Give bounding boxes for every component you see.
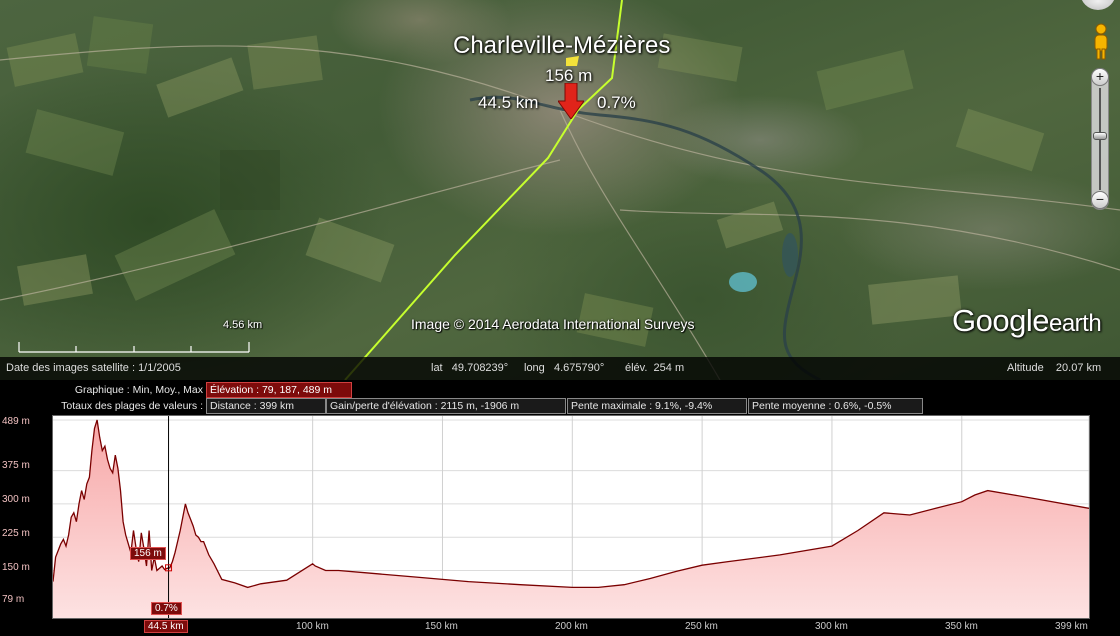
y-tick: 79 m: [2, 594, 25, 605]
totals-info-row: Totaux des plages de valeurs : Distance …: [0, 398, 1120, 414]
cursor-elevation-flag: 156 m: [130, 547, 166, 560]
total-distance[interactable]: Distance : 399 km: [206, 398, 326, 414]
y-tick: 225 m: [2, 528, 30, 539]
graph-value[interactable]: Élévation : 79, 187, 489 m: [206, 382, 352, 398]
logo-brand: Google: [952, 303, 1049, 338]
probe-distance: 44.5 km: [478, 93, 539, 112]
y-tick: 375 m: [2, 460, 30, 471]
x-tick: 250 km: [685, 621, 718, 632]
elevation-area: [53, 420, 1089, 618]
status-long: long 4.675790°: [524, 362, 605, 374]
satellite-map[interactable]: Charleville-Mézières 156 m 44.5 km 0.7% …: [0, 0, 1120, 380]
cursor-slope-flag: 0.7%: [151, 602, 182, 615]
status-altitude: Altitude 20.07 km: [1007, 362, 1102, 374]
position-arrow-icon: [558, 83, 584, 119]
x-tick: 100 km: [296, 621, 329, 632]
y-tick: 489 m: [2, 416, 30, 427]
graph-info-row: Graphique : Min, Moy., Max Élévation : 7…: [0, 382, 1120, 398]
x-tick: 150 km: [425, 621, 458, 632]
zoom-slider-thumb[interactable]: [1093, 132, 1107, 140]
x-tick: 399 km: [1055, 621, 1088, 632]
total-gain-loss[interactable]: Gain/perte d'élévation : 2115 m, -1906 m: [326, 398, 566, 414]
totals-label: Totaux des plages de valeurs :: [61, 400, 203, 412]
total-avg-slope[interactable]: Pente moyenne : 0.6%, -0.5%: [748, 398, 923, 414]
graph-label: Graphique : Min, Moy., Max: [74, 384, 203, 396]
elevation-chart-svg: [53, 416, 1089, 618]
x-tick: 200 km: [555, 621, 588, 632]
cursor-distance-label: 44.5 km: [144, 620, 188, 633]
status-lat: lat 49.708239°: [431, 362, 509, 374]
city-label: Charleville-Mézières: [453, 32, 671, 59]
total-max-slope[interactable]: Pente maximale : 9.1%, -9.4%: [567, 398, 747, 414]
imagery-attribution: Image © 2014 Aerodata International Surv…: [411, 316, 695, 332]
status-bar: Date des images satellite : 1/1/2005 lat…: [0, 357, 1120, 380]
zoom-out-icon[interactable]: −: [1091, 191, 1109, 209]
imagery-date: Date des images satellite : 1/1/2005: [6, 362, 181, 374]
y-tick: 300 m: [2, 494, 30, 505]
logo-product: earth: [1048, 310, 1102, 337]
google-earth-logo: Googleearth: [952, 303, 1102, 339]
x-tick: 350 km: [945, 621, 978, 632]
scale-bar: [18, 342, 250, 353]
y-tick: 150 m: [2, 562, 30, 573]
elevation-chart[interactable]: [52, 415, 1090, 619]
zoom-in-icon[interactable]: +: [1091, 68, 1109, 86]
street-view-pegman-icon[interactable]: [1089, 22, 1113, 60]
x-tick: 300 km: [815, 621, 848, 632]
scale-label: 4.56 km: [223, 319, 263, 331]
probe-slope: 0.7%: [597, 93, 636, 112]
status-elev: élév. 254 m: [625, 362, 685, 374]
